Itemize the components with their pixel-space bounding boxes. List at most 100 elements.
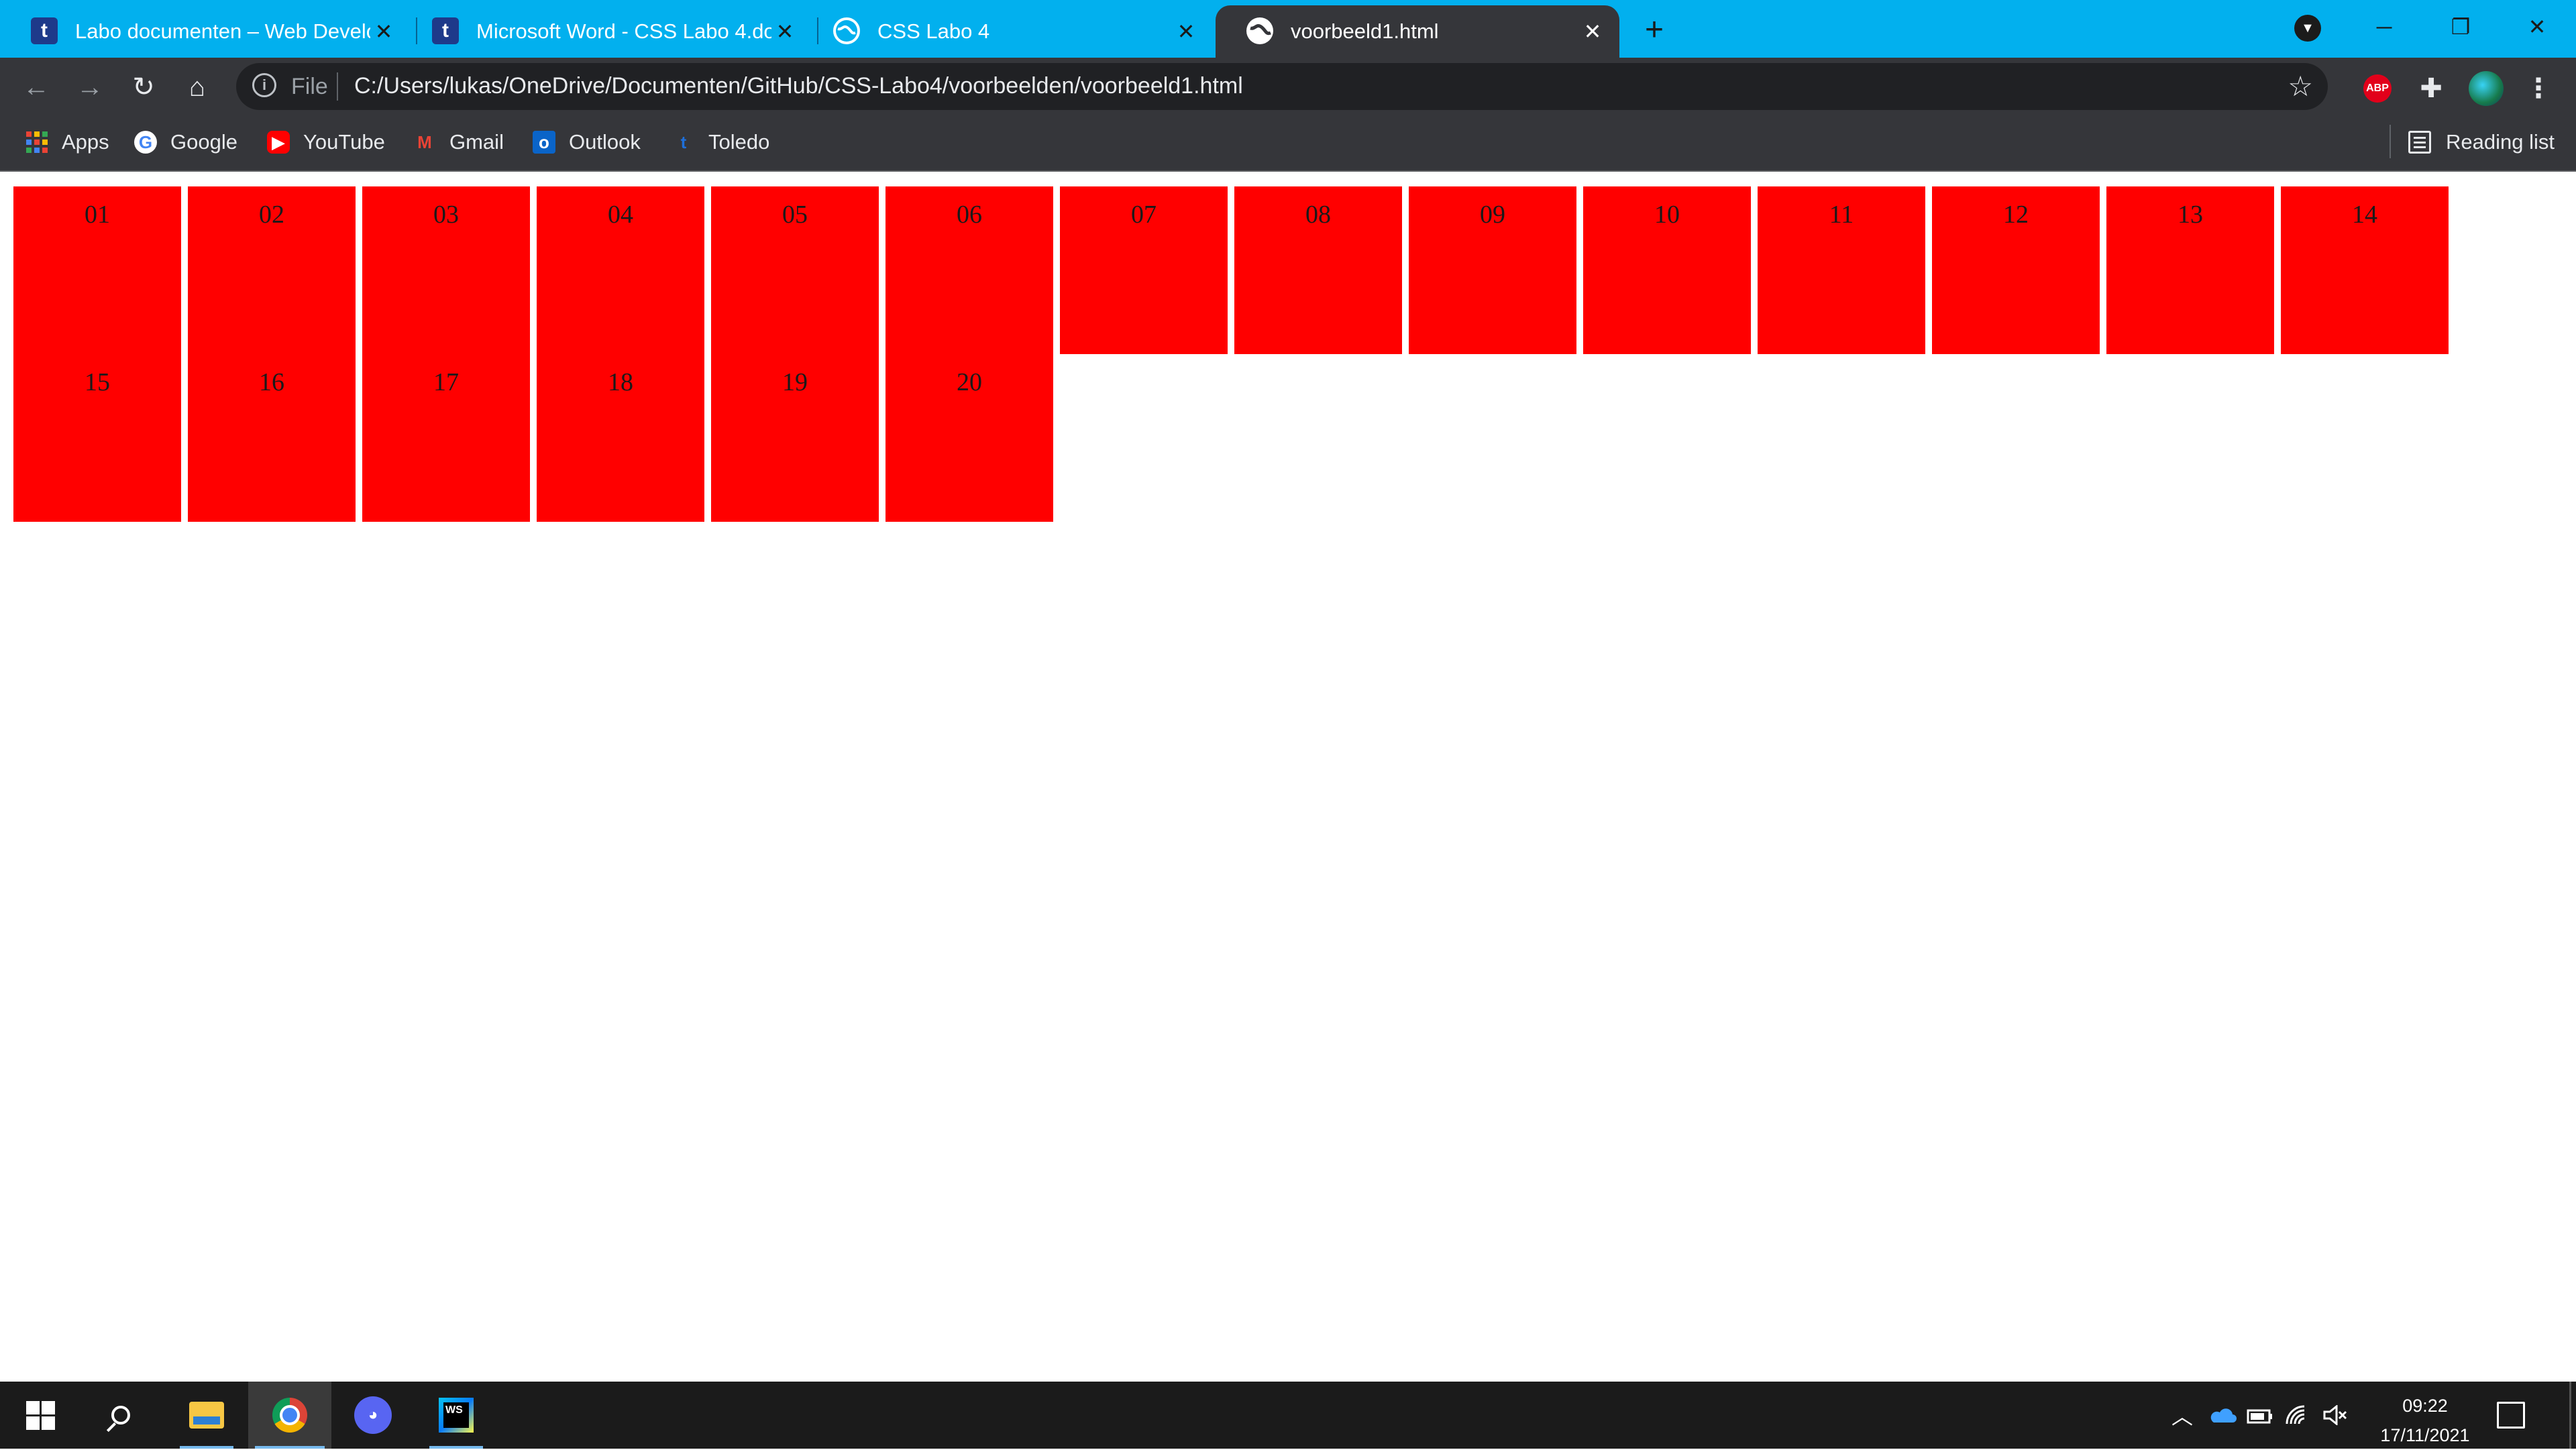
new-tab-button[interactable]: + [1637, 12, 1672, 48]
bookmarks-separator [2390, 125, 2391, 158]
browser-toolbar: ← → ↻ ⌂ i File C:/Users/lukas/OneDrive/D… [0, 58, 2576, 115]
tab-voorbeeld1[interactable]: voorbeeld1.html ✕ [1216, 5, 1619, 58]
flex-box-18: 18 [608, 368, 633, 396]
toledo-t-icon: t [31, 17, 58, 44]
wifi-icon[interactable] [2281, 1382, 2314, 1449]
onedrive-cloud-icon[interactable] [2203, 1382, 2241, 1449]
search-icon [111, 1406, 130, 1425]
battery-icon[interactable] [2243, 1382, 2277, 1449]
chrome-icon [272, 1398, 307, 1433]
omnibox-separator [337, 72, 338, 101]
close-window-button[interactable]: ✕ [2510, 7, 2564, 47]
site-info-icon[interactable]: i [252, 73, 276, 97]
webstorm-taskbar-button[interactable]: WS [423, 1382, 490, 1449]
extensions-puzzle-icon[interactable]: ✚ [2414, 71, 2449, 106]
flex-box-14: 14 [2281, 186, 2449, 354]
reload-icon[interactable]: ↻ [126, 70, 161, 105]
flex-box-19: 19 [782, 368, 808, 396]
youtube-icon: ▶ [267, 131, 290, 154]
bookmark-label: Outlook [569, 130, 641, 154]
running-indicator [429, 1446, 483, 1449]
tab-title: CSS Labo 4 [877, 19, 990, 43]
reading-list-button[interactable]: Reading list [2408, 126, 2555, 158]
windows-logo-icon [25, 1400, 55, 1430]
outlook-icon: o [533, 131, 555, 154]
minimize-button[interactable]: ─ [2357, 7, 2411, 47]
folder-icon [189, 1402, 224, 1429]
home-icon[interactable]: ⌂ [180, 70, 215, 105]
flex-box-10: 10 [1583, 186, 1751, 354]
show-desktop-button[interactable] [2569, 1382, 2571, 1449]
flex-box-16: 16 [259, 368, 284, 396]
bookmark-youtube[interactable]: ▶ YouTube [267, 126, 385, 158]
apps-grid-icon [25, 131, 48, 154]
bookmark-label: Toledo [708, 130, 770, 154]
windows-taskbar: ◕ WS ︿ 09:22 17/11/2021 [0, 1382, 2576, 1449]
tab-css-labo-4[interactable]: CSS Labo 4 ✕ [802, 5, 1213, 58]
gmail-icon: M [417, 131, 432, 152]
tab-title: Microsoft Word - CSS Labo 4.do [476, 19, 771, 43]
profile-avatar[interactable] [2469, 71, 2504, 106]
bookmark-star-icon[interactable]: ☆ [2288, 70, 2313, 103]
back-arrow-icon[interactable]: ← [19, 70, 54, 105]
flex-box-17: 17 [433, 368, 459, 396]
discord-taskbar-button[interactable]: ◕ [339, 1382, 407, 1449]
flex-box-12: 12 [1932, 186, 2100, 354]
flex-box-08: 08 [1234, 186, 1402, 354]
bookmark-gmail[interactable]: M Gmail [413, 126, 504, 158]
toledo-t-icon: t [432, 17, 459, 44]
search-button[interactable] [87, 1382, 154, 1449]
menu-kebab-icon[interactable]: ⋮ [2521, 71, 2556, 106]
bookmark-toledo[interactable]: t Toledo [672, 126, 770, 158]
globe-icon [833, 17, 860, 44]
tab-microsoft-word[interactable]: t Microsoft Word - CSS Labo 4.do ✕ [401, 5, 812, 58]
close-tab-icon[interactable]: ✕ [370, 18, 397, 45]
url-text[interactable]: C:/Users/lukas/OneDrive/Documenten/GitHu… [354, 73, 1243, 99]
clock-time: 09:22 [2402, 1396, 2448, 1416]
discord-icon: ◕ [354, 1396, 392, 1434]
flex-box-09: 09 [1409, 186, 1576, 354]
bookmarks-bar: Apps G Google ▶ YouTube M Gmail o Outloo… [0, 115, 2576, 172]
system-clock[interactable]: 09:22 17/11/2021 [2355, 1391, 2496, 1450]
running-indicator [180, 1446, 233, 1449]
flex-box-11: 11 [1758, 186, 1925, 354]
flex-box-13: 13 [2106, 186, 2274, 354]
adblock-plus-icon[interactable]: ABP [2360, 71, 2395, 106]
clock-date: 17/11/2021 [2380, 1425, 2470, 1445]
forward-arrow-icon[interactable]: → [72, 70, 107, 105]
running-indicator [255, 1446, 325, 1449]
close-tab-icon[interactable]: ✕ [771, 18, 798, 45]
flex-box-15: 15 [85, 368, 110, 396]
bookmark-label: Apps [62, 130, 109, 154]
tab-title: Labo documenten – Web Develo [75, 19, 370, 43]
page-viewport: 01 02 03 04 05 06 07 08 09 10 11 12 13 1… [0, 172, 2576, 1382]
bookmark-label: YouTube [303, 130, 385, 154]
restore-button[interactable]: ❐ [2434, 7, 2487, 47]
show-hidden-icons-chevron-icon[interactable]: ︿ [2165, 1382, 2199, 1449]
close-tab-icon[interactable]: ✕ [1173, 18, 1199, 45]
reading-list-icon [2408, 131, 2431, 154]
chrome-taskbar-button[interactable] [248, 1382, 331, 1449]
webstorm-icon: WS [439, 1398, 474, 1433]
volume-muted-icon[interactable] [2318, 1382, 2352, 1449]
scheme-label: File [291, 74, 328, 99]
bookmark-apps[interactable]: Apps [25, 126, 109, 158]
start-button[interactable] [7, 1382, 74, 1449]
reading-list-label: Reading list [2446, 130, 2555, 154]
bookmark-label: Gmail [449, 130, 504, 154]
bookmark-outlook[interactable]: o Outlook [533, 126, 641, 158]
tab-search-icon[interactable]: ▼ [2294, 15, 2321, 42]
notification-center-icon[interactable] [2497, 1402, 2525, 1429]
flex-box-20: 20 [957, 368, 982, 396]
tab-title: voorbeeld1.html [1291, 19, 1439, 43]
address-bar[interactable]: i File C:/Users/lukas/OneDrive/Documente… [236, 63, 2328, 110]
close-tab-icon[interactable]: ✕ [1579, 18, 1606, 45]
tab-strip: t Labo documenten – Web Develo ✕ t Micro… [0, 0, 2576, 58]
tab-labo-documenten[interactable]: t Labo documenten – Web Develo ✕ [0, 5, 411, 58]
toledo-t-icon: t [680, 131, 687, 152]
google-icon: G [134, 131, 157, 154]
bookmark-google[interactable]: G Google [134, 126, 237, 158]
globe-icon [1246, 17, 1273, 44]
bookmark-label: Google [170, 130, 237, 154]
file-explorer-button[interactable] [173, 1382, 240, 1449]
